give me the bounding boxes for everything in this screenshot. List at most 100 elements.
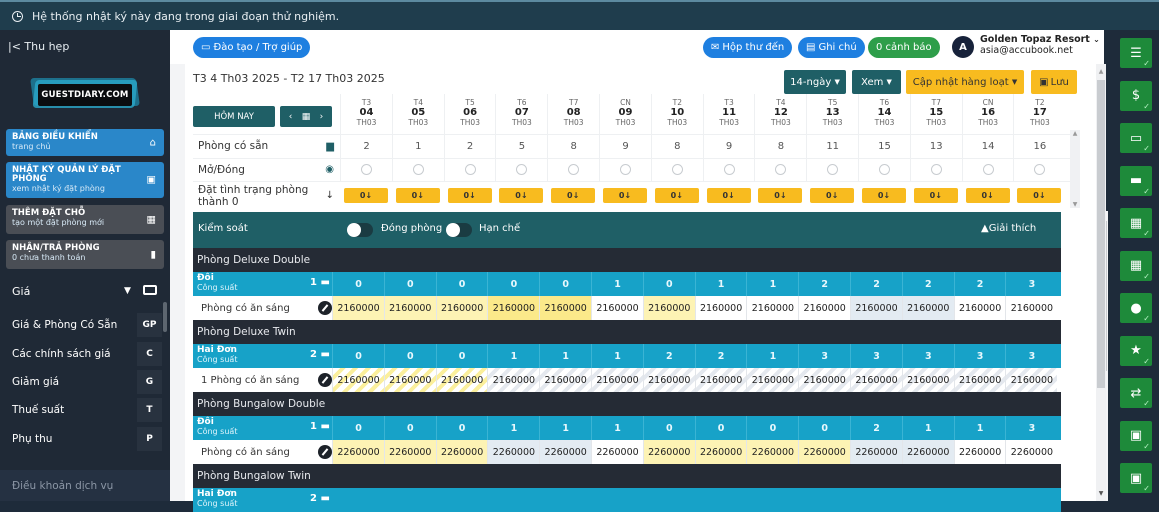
set-zero-button[interactable]: 0↓ xyxy=(395,188,440,203)
availability-cell[interactable]: 2 xyxy=(798,272,850,296)
availability-cell[interactable]: 0 xyxy=(435,272,488,296)
page-scrollbar[interactable]: ▲ ▼ xyxy=(1096,64,1106,501)
price-cell[interactable]: 2160000 xyxy=(642,296,695,320)
star-check-icon[interactable]: ★ xyxy=(1120,335,1152,366)
availability-cell[interactable]: 0 xyxy=(383,344,436,368)
open-close-radio[interactable] xyxy=(723,164,735,175)
price-cell[interactable]: 2160000 xyxy=(798,368,851,392)
price-cell[interactable]: 2160000 xyxy=(850,368,902,392)
price-cell[interactable]: 2160000 xyxy=(383,296,436,320)
edit-pencil-icon[interactable] xyxy=(318,445,332,459)
scroll-up-icon[interactable]: ▲ xyxy=(1070,130,1080,137)
price-cell[interactable]: 2160000 xyxy=(1005,296,1058,320)
set-zero-button[interactable]: 0↓ xyxy=(447,188,492,203)
price-cell[interactable]: 2160000 xyxy=(435,296,488,320)
availability-cell[interactable]: 1 xyxy=(487,344,539,368)
price-cell[interactable]: 2260000 xyxy=(953,440,1006,464)
chat-check-icon[interactable]: ● xyxy=(1120,293,1152,323)
availability-cell[interactable]: 0 xyxy=(539,272,591,296)
availability-cell[interactable]: 0 xyxy=(694,416,747,440)
availability-cell[interactable]: 0 xyxy=(642,272,695,296)
today-button[interactable]: HÔM NAY xyxy=(193,106,275,127)
availability-cell[interactable]: 3 xyxy=(850,344,902,368)
price-cell[interactable]: 2160000 xyxy=(746,296,799,320)
price-cell[interactable]: 2160000 xyxy=(591,368,643,392)
price-cell[interactable]: 2260000 xyxy=(1005,440,1058,464)
edit-pencil-icon[interactable] xyxy=(318,373,332,387)
sidebar-item-rates-availability[interactable]: Giá & Phòng Có Sẵn GP xyxy=(0,311,170,339)
sidebar-item-discounts[interactable]: Giảm giá G xyxy=(0,368,170,396)
price-cell[interactable]: 2260000 xyxy=(435,440,488,464)
price-cell[interactable]: 2160000 xyxy=(332,368,384,392)
availability-cell[interactable]: 0 xyxy=(435,344,488,368)
price-cell[interactable]: 2260000 xyxy=(487,440,540,464)
terms-of-service-link[interactable]: Điều khoản dịch vụ xyxy=(0,470,170,501)
open-close-radio[interactable] xyxy=(671,164,683,175)
availability-cell[interactable]: 0 xyxy=(383,272,436,296)
sidebar-item-surcharges[interactable]: Phụ thu P xyxy=(0,425,170,453)
calendar-dollar-icon[interactable]: ▦ xyxy=(1120,250,1152,281)
availability-cell[interactable]: 3 xyxy=(798,344,850,368)
open-close-radio[interactable] xyxy=(930,164,942,175)
price-cell[interactable]: 2160000 xyxy=(435,368,488,392)
price-cell[interactable]: 2260000 xyxy=(591,440,643,464)
price-cell[interactable]: 2160000 xyxy=(383,368,436,392)
price-cell[interactable]: 2260000 xyxy=(901,440,954,464)
availability-cell[interactable]: 1 xyxy=(487,416,539,440)
view-select[interactable]: Xem ▼ xyxy=(852,70,901,94)
open-close-radio[interactable] xyxy=(879,164,890,175)
prev-icon[interactable]: ‹ xyxy=(289,112,293,122)
availability-cell[interactable]: 3 xyxy=(1005,272,1057,296)
open-close-radio[interactable] xyxy=(361,164,372,175)
page-scrollbar-thumb[interactable] xyxy=(1097,80,1105,388)
price-cell[interactable]: 2160000 xyxy=(539,296,592,320)
calendar-check-icon[interactable]: ▦ xyxy=(1120,208,1152,238)
nav-add-booking[interactable]: THÊM ĐẶT CHỖ tạo một đặt phòng mới ▦ xyxy=(6,205,164,234)
availability-cell[interactable]: 2 xyxy=(694,344,747,368)
nav-dashboard[interactable]: BẢNG ĐIỀU KHIỂN trang chủ ⌂ xyxy=(6,129,164,156)
price-cell[interactable]: 2160000 xyxy=(953,296,1006,320)
save-button[interactable]: ▣ Lưu xyxy=(1031,70,1077,94)
open-close-radio[interactable] xyxy=(464,164,476,175)
open-close-radio[interactable] xyxy=(516,164,528,175)
set-zero-button[interactable]: 0↓ xyxy=(706,188,751,203)
set-zero-button[interactable]: 0↓ xyxy=(810,188,855,203)
payment-card-icon[interactable]: ▭ xyxy=(1120,123,1152,153)
id-card-check-icon-2[interactable]: ▣ xyxy=(1120,463,1152,493)
close-rooms-toggle[interactable] xyxy=(347,223,373,237)
price-cell[interactable]: 2260000 xyxy=(332,440,384,464)
avatar[interactable]: A xyxy=(952,36,974,58)
logo[interactable]: GUESTDIARY.COM xyxy=(30,74,140,114)
money-check-icon[interactable]: $ xyxy=(1120,80,1152,111)
explain-button[interactable]: ▲Giải thích xyxy=(981,223,1036,234)
nav-checkin-checkout[interactable]: NHẬN/TRẢ PHÒNG 0 chưa thanh toán ▮ xyxy=(6,240,164,269)
set-zero-button[interactable]: 0↓ xyxy=(913,188,958,203)
availability-cell[interactable]: 1 xyxy=(746,272,798,296)
price-cell[interactable]: 2160000 xyxy=(694,368,747,392)
availability-cell[interactable]: 0 xyxy=(332,344,384,368)
availability-cell[interactable]: 0 xyxy=(642,416,695,440)
availability-cell[interactable]: 1 xyxy=(591,416,643,440)
availability-cell[interactable]: 0 xyxy=(332,272,384,296)
availability-cell[interactable]: 1 xyxy=(591,344,643,368)
scroll-down-icon[interactable]: ▼ xyxy=(1070,201,1080,208)
restrict-toggle[interactable] xyxy=(446,223,472,237)
availability-cell[interactable]: 3 xyxy=(953,344,1006,368)
availability-cell[interactable]: 1 xyxy=(953,416,1006,440)
price-cell[interactable]: 2160000 xyxy=(901,296,954,320)
open-close-radio[interactable] xyxy=(568,164,580,175)
availability-cell[interactable]: 3 xyxy=(1005,344,1057,368)
range-select[interactable]: 14-ngày ▼ xyxy=(784,70,846,94)
calendar-icon[interactable]: ▦ xyxy=(302,112,311,122)
nav-booking-log[interactable]: NHẬT KÝ QUẢN LÝ ĐẶT PHÒNG xem nhật ký đặ… xyxy=(6,162,164,198)
availability-cell[interactable]: 3 xyxy=(1005,416,1057,440)
availability-cell[interactable]: 0 xyxy=(487,272,539,296)
availability-cell[interactable]: 2 xyxy=(901,272,954,296)
checklist-icon[interactable]: ☰ xyxy=(1120,38,1152,68)
price-cell[interactable]: 2160000 xyxy=(539,368,592,392)
collapse-sidebar-button[interactable]: |< Thu hẹp xyxy=(8,40,69,53)
open-close-radio[interactable] xyxy=(982,164,994,175)
price-cell[interactable]: 2260000 xyxy=(850,440,902,464)
bulk-update-button[interactable]: Cập nhật hàng loạt ▼ xyxy=(906,70,1024,94)
price-cell[interactable]: 2260000 xyxy=(694,440,747,464)
